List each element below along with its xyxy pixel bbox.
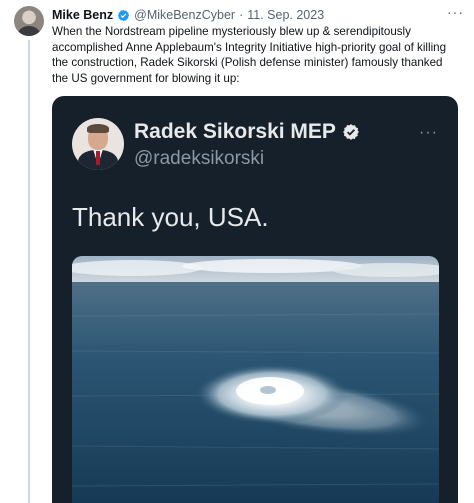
header-separator: · (239, 8, 244, 22)
tweet-date[interactable]: 11. Sep. 2023 (247, 8, 324, 22)
quoted-more-dots-icon[interactable]: ··· (419, 124, 438, 142)
thread-line (28, 40, 30, 503)
quoted-author-avatar[interactable] (72, 118, 124, 170)
verified-badge-icon (117, 9, 130, 21)
author-name[interactable]: Mike Benz (52, 8, 113, 22)
tweet-text: When the Nordstream pipeline mysteriousl… (52, 25, 447, 85)
author-avatar[interactable] (14, 6, 44, 36)
quoted-tweet-text: Thank you, USA. (72, 202, 269, 232)
author-handle[interactable]: @MikeBenzCyber (134, 8, 235, 22)
tweet-header: Mike Benz @MikeBenzCyber · 11. Sep. 2023 (52, 6, 454, 24)
quoted-tweet-image[interactable]: Radek Sikorski MEP @radeksikorski ··· Th… (52, 96, 458, 503)
quoted-author-name-row: Radek Sikorski MEP (134, 120, 364, 144)
sea-leak-photo (72, 256, 439, 503)
more-dots-icon[interactable]: ··· (447, 4, 464, 20)
quoted-author-name[interactable]: Radek Sikorski MEP (134, 120, 336, 144)
verified-badge-icon (343, 124, 359, 140)
quoted-author-handle[interactable]: @radeksikorski (134, 148, 264, 170)
